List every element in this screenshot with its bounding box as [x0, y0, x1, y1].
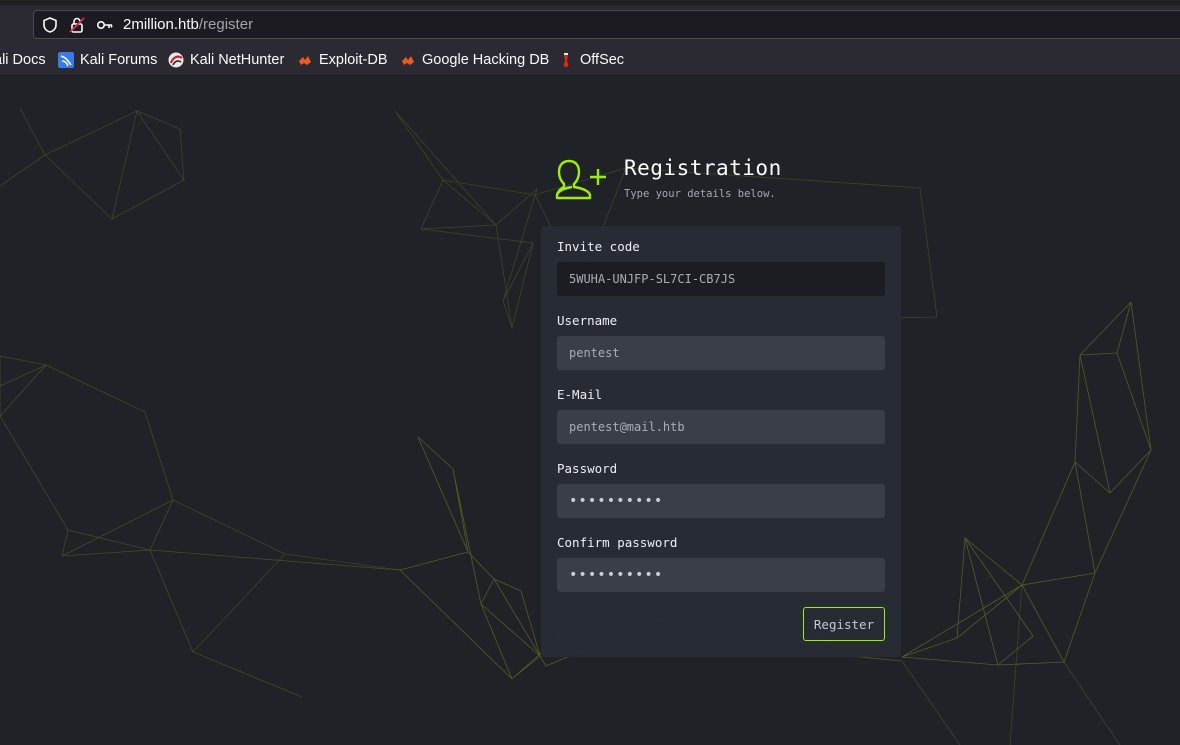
bookmark-kali-forums[interactable]: Kali Forums	[58, 51, 157, 69]
bookmark-kali-docs[interactable]: ali Docs	[0, 51, 46, 69]
page-content: Registration Type your details below. In…	[0, 76, 1180, 745]
exploit-db-icon	[299, 56, 311, 65]
confirm-password-input[interactable]: ••••••••••	[557, 558, 885, 592]
bookmarks-toolbar: ali Docs Kali Forums Kali NetHunter Expl…	[0, 42, 1180, 76]
ghdb-icon	[402, 56, 414, 65]
invite-code-label: Invite code	[557, 239, 640, 254]
kali-forums-icon	[58, 52, 74, 68]
bookmark-label: Exploit-DB	[319, 52, 388, 68]
username-input[interactable]: pentest	[557, 336, 885, 370]
invite-code-input[interactable]: 5WUHA-UNJFP-SL7CI-CB7JS	[557, 262, 885, 296]
username-label: Username	[557, 313, 618, 328]
shield-icon[interactable]	[41, 16, 59, 34]
kali-nethunter-icon	[168, 52, 184, 68]
register-button[interactable]: Register	[803, 607, 885, 641]
bookmark-label: Kali NetHunter	[190, 52, 285, 68]
registration-form: Invite code 5WUHA-UNJFP-SL7CI-CB7JS User…	[541, 226, 901, 657]
bookmark-google-hacking-db[interactable]: Google Hacking DB	[400, 51, 549, 69]
password-label: Password	[557, 461, 618, 476]
offsec-icon	[563, 53, 569, 67]
bookmark-label: Kali Forums	[80, 52, 158, 68]
bookmark-kali-nethunter[interactable]: Kali NetHunter	[168, 51, 284, 69]
bookmark-offsec[interactable]: OffSec	[558, 51, 624, 69]
bookmark-label: Google Hacking DB	[422, 52, 550, 68]
email-input[interactable]: pentest@mail.htb	[557, 410, 885, 444]
add-user-icon	[555, 159, 606, 200]
email-label: E-Mail	[557, 387, 603, 402]
bookmark-label: OffSec	[580, 52, 625, 68]
confirm-password-label: Confirm password	[557, 535, 678, 550]
bookmark-label: ali Docs	[0, 52, 46, 68]
page-subtitle: Type your details below.	[624, 188, 776, 200]
key-icon[interactable]	[96, 16, 114, 34]
insecure-lock-icon[interactable]	[68, 16, 86, 34]
page-title: Registration	[624, 156, 782, 180]
url-text[interactable]: 2million.htb/register	[123, 16, 253, 33]
navigation-toolbar: 2million.htb/register	[0, 5, 1180, 42]
address-bar[interactable]: 2million.htb/register	[33, 10, 1180, 39]
bookmark-exploit-db[interactable]: Exploit-DB	[297, 51, 388, 69]
password-input[interactable]: ••••••••••	[557, 484, 885, 518]
